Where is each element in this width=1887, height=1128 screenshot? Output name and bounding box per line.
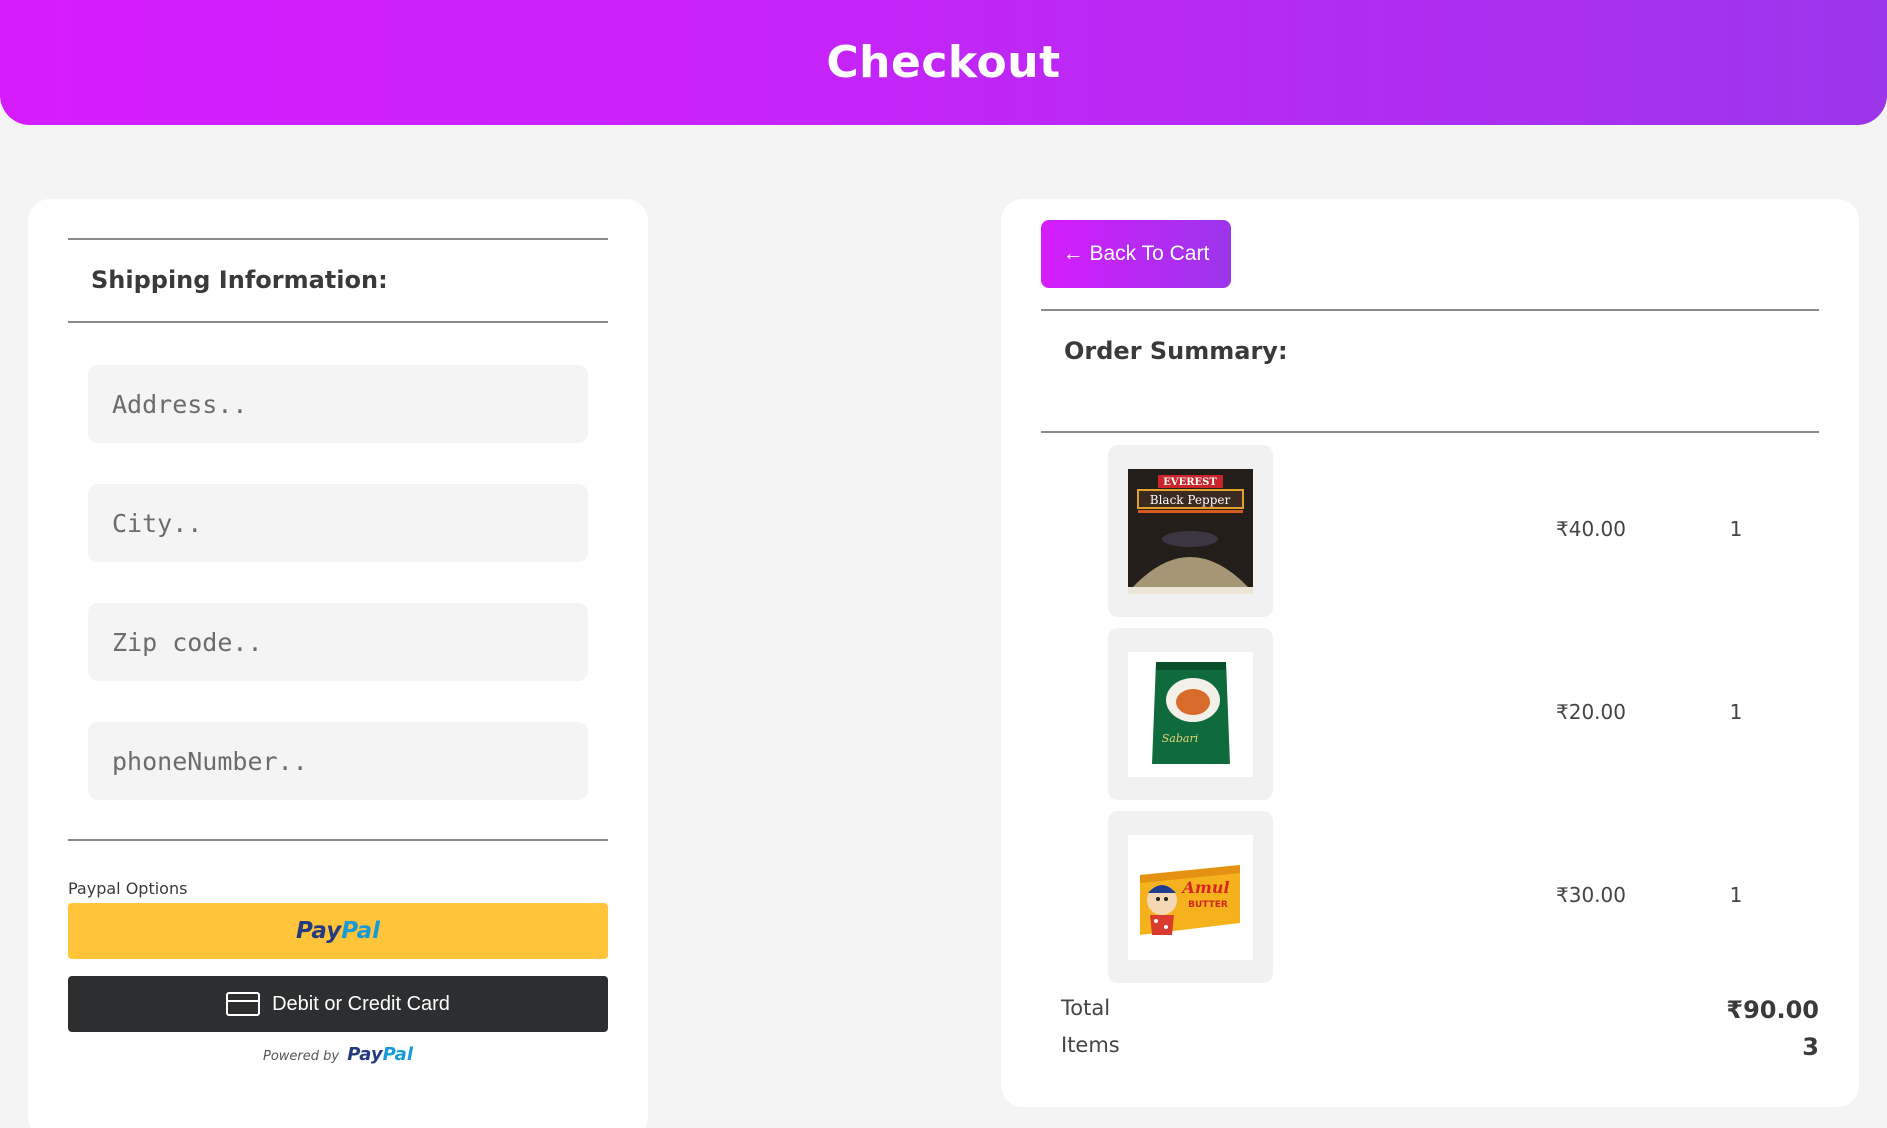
item-quantity: 1 bbox=[1729, 883, 1743, 907]
total-label: Total bbox=[1061, 996, 1111, 1020]
paypal-logo: PayPal bbox=[347, 1044, 413, 1065]
checkout-header: Checkout bbox=[0, 0, 1887, 125]
divider bbox=[1041, 309, 1819, 311]
divider bbox=[1041, 431, 1819, 433]
tea-pack-image: Sabari bbox=[1128, 651, 1253, 777]
back-to-cart-button[interactable]: ← Back To Cart bbox=[1041, 220, 1231, 288]
item-price: ₹40.00 bbox=[1556, 517, 1626, 541]
svg-text:EVEREST: EVEREST bbox=[1163, 477, 1217, 488]
powered-by-paypal: Powered by PayPal bbox=[263, 1044, 413, 1065]
black-pepper-image: EVEREST Black Pepper bbox=[1128, 468, 1253, 594]
zip-code-input[interactable] bbox=[88, 603, 588, 681]
total-value: ₹90.00 bbox=[1726, 996, 1819, 1024]
item-quantity: 1 bbox=[1729, 700, 1743, 724]
svg-text:Amul: Amul bbox=[1180, 878, 1229, 897]
svg-text:Black Pepper: Black Pepper bbox=[1150, 493, 1231, 507]
svg-text:BUTTER: BUTTER bbox=[1188, 900, 1228, 910]
credit-card-icon bbox=[226, 992, 261, 1016]
items-label: Items bbox=[1061, 1033, 1120, 1057]
paypal-options-label: Paypal Options bbox=[68, 879, 188, 898]
address-input[interactable] bbox=[88, 365, 588, 443]
paypal-button[interactable]: PayPal bbox=[68, 903, 608, 959]
divider bbox=[68, 321, 608, 323]
card-button-label: Debit or Credit Card bbox=[272, 992, 450, 1015]
items-count: 3 bbox=[1802, 1033, 1819, 1061]
item-price: ₹20.00 bbox=[1556, 700, 1626, 724]
item-price: ₹30.00 bbox=[1556, 883, 1626, 907]
shipping-card: Shipping Information: Paypal Options Pay… bbox=[28, 199, 648, 1128]
page-title: Checkout bbox=[826, 37, 1061, 88]
paypal-logo: PayPal bbox=[296, 918, 380, 944]
order-summary-title: Order Summary: bbox=[1064, 337, 1288, 365]
product-thumbnail[interactable]: Amul BUTTER bbox=[1108, 811, 1273, 983]
divider bbox=[68, 238, 608, 240]
product-thumbnail[interactable]: EVEREST Black Pepper bbox=[1108, 445, 1273, 617]
product-thumbnail[interactable]: Sabari bbox=[1108, 628, 1273, 800]
amul-butter-image: Amul BUTTER bbox=[1128, 834, 1253, 960]
divider bbox=[68, 839, 608, 841]
city-input[interactable] bbox=[88, 484, 588, 562]
item-quantity: 1 bbox=[1729, 517, 1743, 541]
phone-number-input[interactable] bbox=[88, 722, 588, 800]
order-summary-card: ← Back To Cart Order Summary: EVEREST Bl… bbox=[1001, 199, 1859, 1107]
shipping-title: Shipping Information: bbox=[91, 266, 388, 294]
debit-credit-card-button[interactable]: Debit or Credit Card bbox=[68, 976, 608, 1032]
svg-text:Sabari: Sabari bbox=[1162, 732, 1198, 745]
